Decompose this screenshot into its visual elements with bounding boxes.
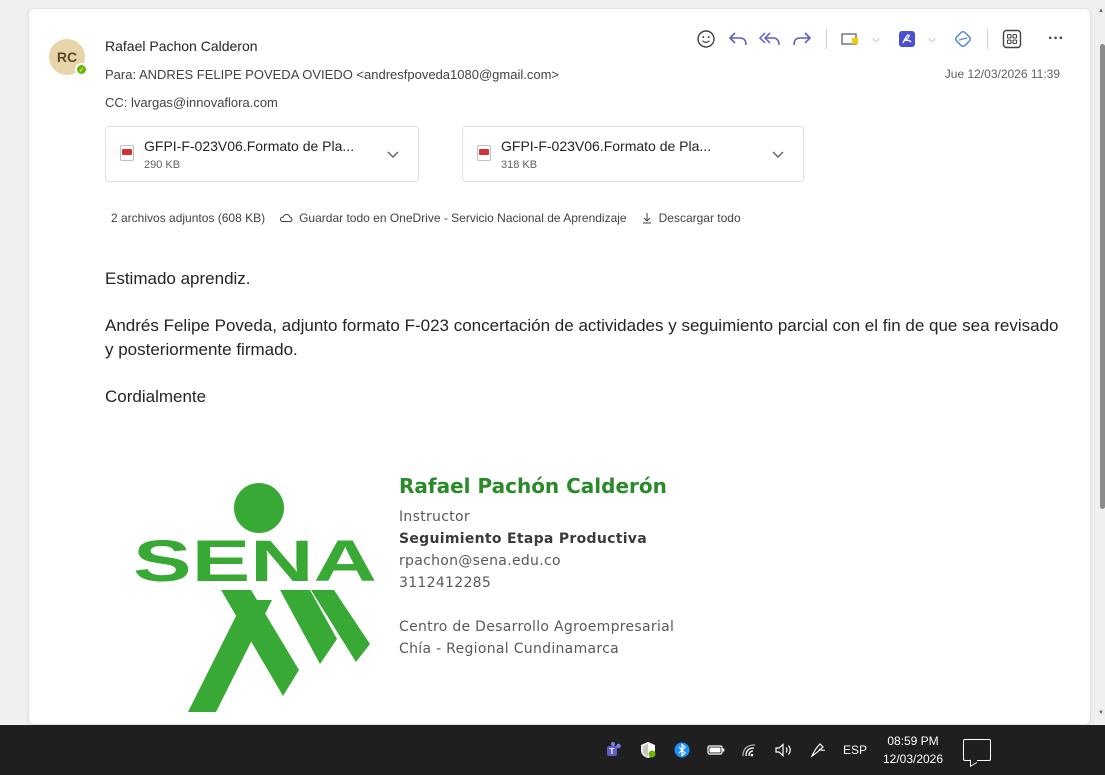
scroll-down-icon[interactable]: ▼ [1098,710,1104,716]
scrollbar[interactable]: ▲ ▼ [1098,8,1105,725]
greeting: Estimado aprendiz. [105,269,251,288]
reply-all-icon[interactable] [754,25,786,53]
attachment-card[interactable]: GFPI-F-023V06.Formato de Pla... 318 KB [462,126,804,182]
sender-name[interactable]: Rafael Pachon Calderon [105,38,258,54]
input-language[interactable]: ESP [835,743,875,757]
attachments-summary: 2 archivos adjuntos (608 KB) Guardar tod… [111,211,741,225]
teams-icon[interactable]: T [597,725,631,775]
to-recipients[interactable]: Para: ANDRES FELIPE POVEDA OVIEDO <andre… [105,67,559,82]
sena-logo: SENA [133,483,377,712]
cc-recipients[interactable]: CC: lvargas@innovaflora.com [105,95,278,110]
svg-text:SENA: SENA [133,529,377,594]
emoji-icon[interactable] [690,25,722,53]
signature-name: Rafael Pachón Calderón [399,474,667,498]
body-paragraph: Andrés Felipe Poveda, adjunto formato F-… [105,316,1059,359]
pdf-file-icon [477,145,491,161]
presence-available-icon: ✓ [75,63,88,76]
battery-icon[interactable] [699,725,733,775]
email-signature: Rafael Pachón Calderón Instructor Seguim… [399,474,674,660]
immersive-reader-icon[interactable] [835,25,867,53]
download-icon [642,213,651,224]
adobe-pdf-icon[interactable] [891,25,923,53]
adobe-chevron-down-icon[interactable]: ⌵ [923,25,941,53]
scrollbar-thumb[interactable] [1100,44,1105,509]
signature-area: Seguimiento Etapa Productiva [399,531,647,547]
wifi-icon[interactable] [733,725,767,775]
copilot-icon[interactable] [947,25,979,53]
pdf-file-icon [120,145,134,161]
signature-email[interactable]: rpachon@sena.edu.co [399,550,674,572]
volume-icon[interactable] [767,725,801,775]
reading-pane: RC ✓ Rafael Pachon Calderon Para: ANDRES… [28,8,1091,725]
save-all-onedrive-label[interactable]: Guardar todo en OneDrive - Servicio Naci… [299,211,627,225]
download-all-link[interactable]: Descargar todo [641,211,741,225]
message-body: Estimado aprendiz. Andrés Felipe Poveda,… [105,267,1065,432]
chevron-down-icon[interactable] [769,145,787,163]
pen-icon[interactable] [801,725,835,775]
cc-label: CC: [105,95,128,110]
signature-region: Chía - Regional Cundinamarca [399,641,620,657]
signature-center: Centro de Desarrollo Agroempresarial [399,619,675,635]
more-icon[interactable]: ··· [1040,25,1072,53]
immersive-reader-chevron-down-icon[interactable]: ⌵ [867,25,885,53]
cloud-icon [280,213,293,222]
windows-security-icon[interactable] [631,725,665,775]
attachments-count: 2 archivos adjuntos (608 KB) [111,211,266,225]
attachment-card[interactable]: GFPI-F-023V06.Formato de Pla... 290 KB [105,126,419,182]
signature-role: Instructor [399,509,470,525]
closing: Cordialmente [105,387,207,406]
notification-center-icon[interactable] [963,739,991,761]
download-all-label[interactable]: Descargar todo [659,211,741,225]
system-tray: T ESP 08:59 PM 12/03/2026 [597,725,991,775]
toolbar-divider [826,29,827,49]
message-toolbar: ⌵ ⌵ ··· [690,25,1072,53]
cc-value[interactable]: lvargas@innovaflora.com [131,95,278,110]
taskbar: T ESP 08:59 PM 12/03/2026 [0,725,1105,775]
clock-date: 12/03/2026 [882,752,944,766]
signature-phone: 3112412285 [399,575,492,591]
scroll-up-icon[interactable]: ▲ [1098,8,1104,14]
attachment-size: 290 KB [144,159,181,171]
to-label: Para: [105,67,137,82]
forward-icon[interactable] [786,25,818,53]
attachment-size: 318 KB [501,159,538,171]
attachment-name[interactable]: GFPI-F-023V06.Formato de Pla... [144,138,354,154]
apps-icon[interactable] [996,25,1028,53]
toolbar-divider [987,29,988,49]
save-all-onedrive-link[interactable]: Guardar todo en OneDrive - Servicio Naci… [279,211,627,225]
to-value[interactable]: ANDRES FELIPE POVEDA OVIEDO <andresfpove… [139,67,559,82]
clock-time: 08:59 PM [887,734,939,748]
sent-date: Jue 12/03/2026 11:39 [944,67,1060,81]
bluetooth-icon[interactable] [665,725,699,775]
svg-text:T: T [610,747,615,756]
reply-icon[interactable] [722,25,754,53]
taskbar-clock[interactable]: 08:59 PM 12/03/2026 [875,732,951,768]
chevron-down-icon[interactable] [384,145,402,163]
attachment-name[interactable]: GFPI-F-023V06.Formato de Pla... [501,138,711,154]
